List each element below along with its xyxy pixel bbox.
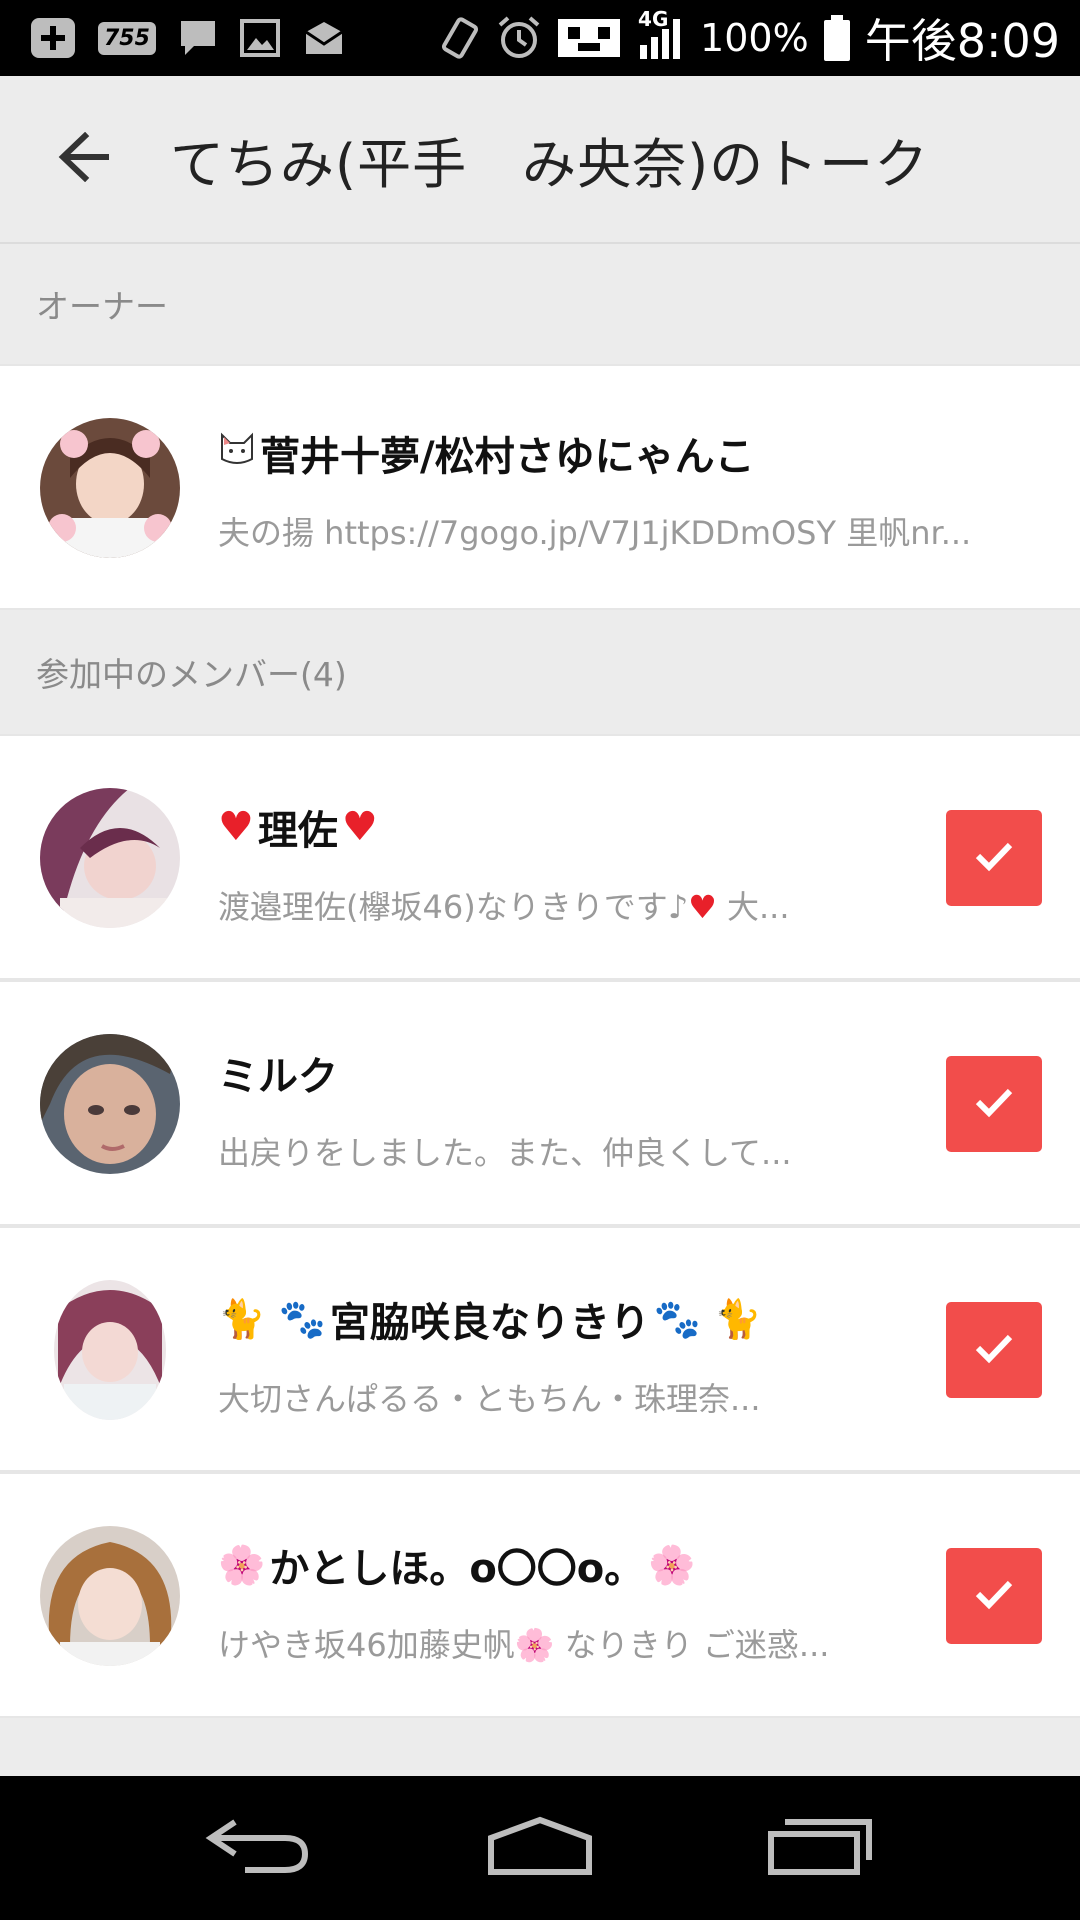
owner-section-header: オーナー xyxy=(0,244,1080,364)
heart-icon: ♥ xyxy=(218,804,254,850)
cat-face-icon xyxy=(218,429,256,477)
checkmark-icon xyxy=(974,1332,1014,1368)
member-checkbox[interactable] xyxy=(946,810,1042,906)
clock: 午後8:09 xyxy=(864,14,1060,68)
arrow-left-icon xyxy=(57,131,113,186)
navigation-bar xyxy=(0,1776,1080,1920)
signal-icon: 4G xyxy=(636,7,686,61)
battery-percent: 100% xyxy=(700,16,809,60)
member-row[interactable]: 🌸 かとしほ。o〇〇o。 🌸 けやき坂46加藤史帆🌸 なりきり ご迷惑... xyxy=(0,1472,1080,1718)
nav-home-button[interactable] xyxy=(470,1798,610,1898)
checkmark-icon xyxy=(974,1578,1014,1614)
heart-icon: ♥ xyxy=(341,804,378,850)
member-checkbox[interactable] xyxy=(946,1548,1042,1644)
image-icon xyxy=(239,15,280,61)
home-icon xyxy=(485,1816,595,1880)
paw-cat-icon: 🐾 🐈 xyxy=(653,1296,762,1341)
checkmark-icon xyxy=(974,840,1014,876)
755-app-icon: 755 xyxy=(98,15,156,61)
page-title: てちみ(平手 み央奈)のトーク xyxy=(170,132,930,196)
owner-message: 夫の揚 https://7gogo.jp/V7J1jKDDmOSY 里帆nr..… xyxy=(218,514,972,552)
avatar[interactable] xyxy=(40,1526,180,1666)
flower-icon: 🌸 xyxy=(514,1626,555,1664)
heart-icon: ♥ xyxy=(688,888,717,926)
member-row[interactable]: 🐈 🐾 宮脇咲良なりきり 🐾 🐈 大切さんぱるる・ともちん・珠理奈... xyxy=(0,1226,1080,1472)
member-row[interactable]: ♥ 理佐 ♥ 渡邉理佐(欅坂46)なりきりです♪♥ 大... xyxy=(0,734,1080,980)
member-checkbox[interactable] xyxy=(946,1302,1042,1398)
avatar[interactable] xyxy=(54,1280,166,1420)
nav-back-button[interactable] xyxy=(190,1798,330,1898)
avatar[interactable] xyxy=(40,788,180,928)
alarm-icon xyxy=(496,15,542,61)
checkmark-icon xyxy=(974,1086,1014,1122)
plus-square-icon xyxy=(30,15,76,61)
avatar[interactable] xyxy=(40,1034,180,1174)
member-row[interactable]: ミルク 出戻りをしました。また、仲良くして... xyxy=(0,980,1080,1226)
battery-icon xyxy=(823,15,851,61)
recents-icon xyxy=(765,1816,875,1880)
owner-row[interactable]: 菅井十夢/松村さゆにゃんこ 夫の揚 https://7gogo.jp/V7J1j… xyxy=(0,364,1080,610)
chat-bubble-icon xyxy=(178,15,218,61)
nav-recents-button[interactable] xyxy=(750,1798,890,1898)
flower-icon: 🌸 xyxy=(218,1542,266,1587)
flower-icon: 🌸 xyxy=(648,1542,696,1587)
back-arrow-icon xyxy=(205,1816,315,1880)
members-section-header: 参加中のメンバー(4) xyxy=(0,612,1080,732)
vibrate-icon xyxy=(438,15,482,61)
sim-icon xyxy=(556,15,622,61)
mail-icon xyxy=(302,15,346,61)
member-checkbox[interactable] xyxy=(946,1056,1042,1152)
cat-paw-icon: 🐈 🐾 xyxy=(218,1296,326,1341)
app-bar: てちみ(平手 み央奈)のトーク xyxy=(0,76,1080,244)
avatar[interactable] xyxy=(40,418,180,558)
status-bar: 755 4G 100% 午後8:09 xyxy=(0,0,1080,76)
owner-name: 菅井十夢/松村さゆにゃんこ xyxy=(218,424,1080,482)
back-button[interactable] xyxy=(0,75,170,243)
